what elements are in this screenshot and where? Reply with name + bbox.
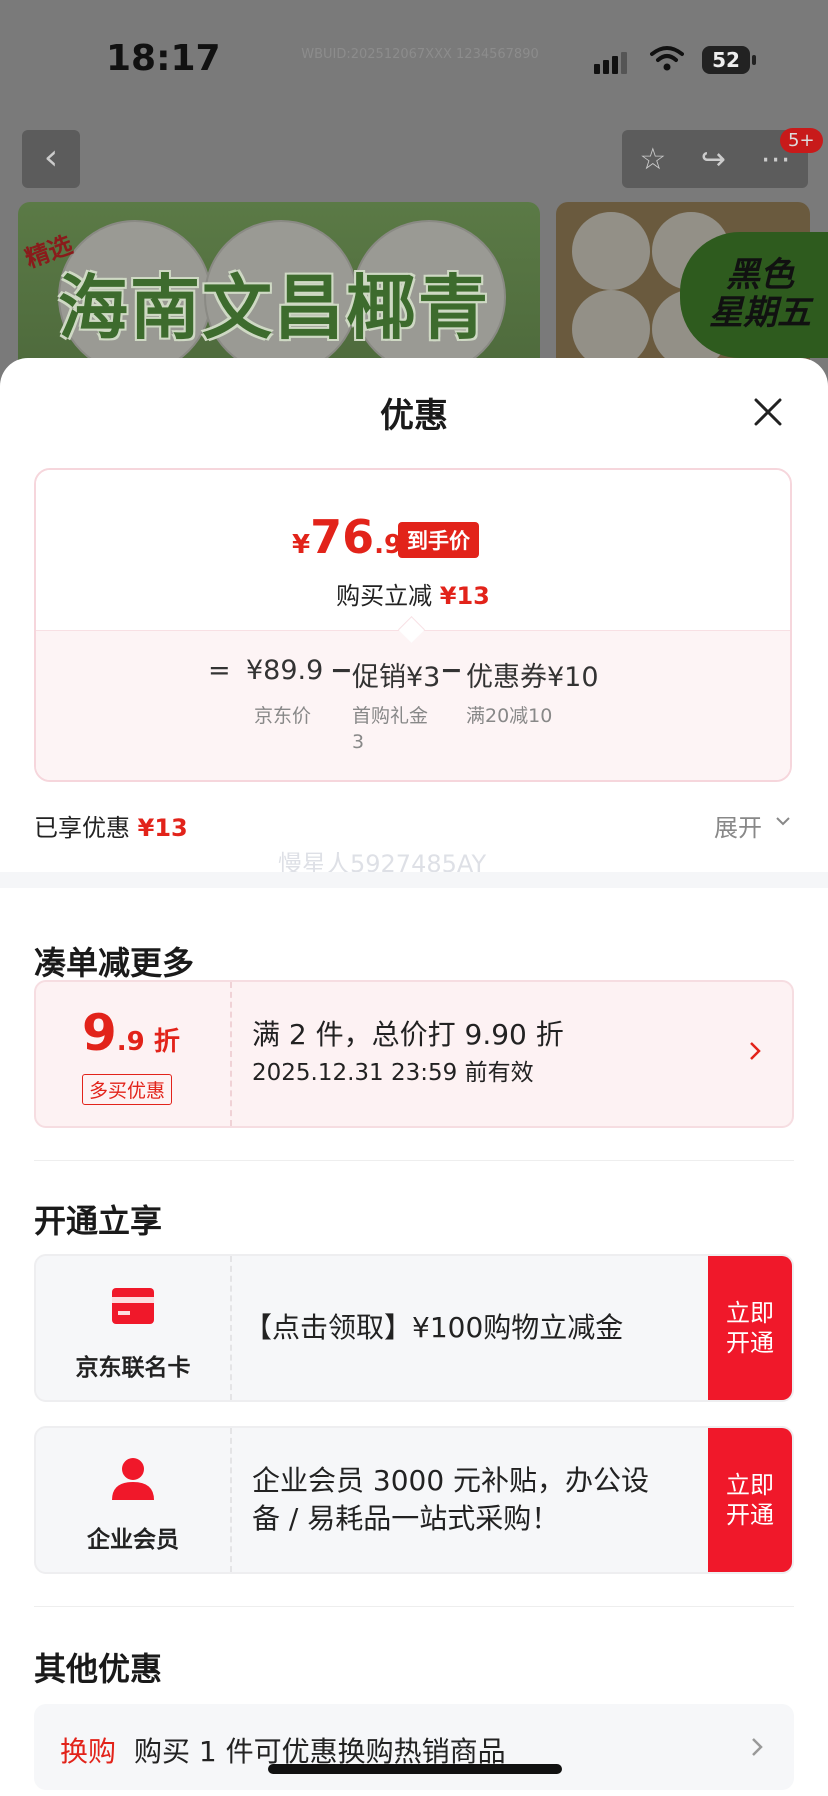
- chevron-right-icon[interactable]: [748, 1040, 762, 1062]
- enterprise-desc-line2: 备 / 易耗品一站式采购！: [252, 1502, 560, 1535]
- jd-cobrand-card-offer[interactable]: 京东联名卡 【点击领取】¥100购物立减金 立即 开通: [34, 1254, 794, 1402]
- discount-small: .9 折: [116, 1027, 180, 1057]
- bundle-discount-card[interactable]: 9.9 折 多买优惠 满 2 件，总价打 9.90 折 2025.12.31 2…: [34, 980, 794, 1128]
- promo-label-line2: 3: [352, 731, 365, 753]
- jd-price-label: 京东价: [254, 705, 312, 727]
- trade-in-offer-row[interactable]: 换购 购买 1 件可优惠换购热销商品: [34, 1704, 794, 1790]
- share-icon[interactable]: ↪: [701, 142, 726, 177]
- price-integer: 76: [310, 510, 375, 564]
- enjoyed-label: 已享优惠: [34, 814, 130, 842]
- expand-button[interactable]: 展开: [714, 808, 762, 843]
- banner-title: 海南文昌椰青: [58, 267, 490, 349]
- instant-reduction: 购买立减 ¥13: [36, 576, 790, 611]
- bundle-section-title: 凑单减更多: [34, 944, 195, 982]
- black-friday-badge: 黑色 星期五: [680, 232, 828, 358]
- back-button[interactable]: ‹: [22, 130, 80, 188]
- battery-icon: 52: [702, 46, 756, 74]
- enterprise-offer-desc: 企业会员 3000 元补贴，办公设 备 / 易耗品一站式采购！: [252, 1428, 649, 1572]
- promo-amount: 促销¥3: [352, 662, 441, 693]
- enterprise-member-offer[interactable]: 企业会员 企业会员 3000 元补贴，办公设 备 / 易耗品一站式采购！ 立即开…: [34, 1426, 794, 1574]
- notification-badge: 5+: [780, 128, 823, 153]
- bundle-condition: 满 2 件，总价打 9.90 折: [252, 1018, 564, 1051]
- reduction-value: ¥13: [439, 582, 490, 610]
- reduction-label: 购买立减: [336, 582, 433, 610]
- promo-label: 首购礼金 3: [352, 703, 428, 755]
- discount-sheet: 优惠 ¥76.9 到手价 购买立减 ¥13 = ¥89.9 − 促销¥3 − 优…: [0, 358, 828, 1796]
- enjoyed-discount: 已享优惠 ¥13: [34, 808, 188, 843]
- multi-buy-tag: 多买优惠: [82, 1074, 173, 1105]
- section-divider: [0, 872, 828, 888]
- open-btn-line2: 开通: [726, 1501, 774, 1529]
- enjoyed-value: ¥13: [137, 814, 188, 842]
- price-breakdown-card: ¥76.9 到手价 购买立减 ¥13 = ¥89.9 − 促销¥3 − 优惠券¥…: [34, 468, 792, 782]
- open-btn-line1: 立即: [726, 1299, 774, 1327]
- jd-price: ¥89.9: [246, 655, 324, 686]
- bundle-description: 满 2 件，总价打 9.90 折 2025.12.31 23:59 前有效: [252, 982, 564, 1126]
- price-currency: ¥: [292, 530, 311, 560]
- card-offer-left: 京东联名卡: [36, 1256, 232, 1400]
- star-icon[interactable]: ☆: [639, 142, 666, 177]
- coupon-amount: 优惠券¥10: [466, 662, 599, 693]
- final-price-tag: 到手价: [398, 522, 479, 558]
- other-section-title: 其他优惠: [34, 1650, 163, 1688]
- minus-sign-2: −: [440, 655, 463, 686]
- badge-line-2: 星期五: [709, 293, 811, 333]
- price-summary: ¥76.9 到手价 购买立减 ¥13: [36, 470, 790, 630]
- discount-badge-area: 9.9 折 多买优惠: [36, 982, 232, 1126]
- minus-sign-1: −: [330, 655, 353, 686]
- thin-divider: [34, 1160, 794, 1161]
- status-time: 18:17: [106, 38, 221, 79]
- final-price: ¥76.9: [292, 510, 402, 564]
- credit-card-icon: [112, 1288, 154, 1324]
- bundle-expiry: 2025.12.31 23:59 前有效: [252, 1060, 534, 1086]
- enterprise-desc-line1: 企业会员 3000 元补贴，办公设: [252, 1464, 650, 1497]
- chevron-right-icon[interactable]: [750, 1736, 764, 1758]
- user-icon: [112, 1458, 154, 1500]
- thin-divider: [34, 1606, 794, 1607]
- signal-icon: [594, 52, 627, 74]
- open-btn-line2: 开通: [726, 1329, 774, 1357]
- discount-big: 9: [82, 1004, 117, 1062]
- chevron-down-icon[interactable]: [776, 814, 790, 828]
- product-banner-main[interactable]: 精选 海南文昌椰青: [18, 202, 540, 372]
- status-id-text: WBUID:202512067XXX 1234567890: [301, 47, 539, 62]
- enterprise-offer-left: 企业会员: [36, 1428, 232, 1572]
- open-btn-line1: 立即: [726, 1471, 774, 1499]
- open-section-title: 开通立享: [34, 1202, 163, 1240]
- wifi-icon: [650, 46, 684, 71]
- trade-in-tag: 换购: [60, 1735, 117, 1768]
- open-cobrand-card-button[interactable]: 立即 开通: [708, 1256, 792, 1400]
- close-icon[interactable]: [752, 396, 784, 428]
- product-page-background: 18:17 WBUID:202512067XXX 1234567890 52 ‹…: [0, 0, 828, 400]
- promo-label-line1: 首购礼金: [352, 705, 429, 727]
- equals-sign: =: [208, 655, 231, 686]
- card-offer-label: 京东联名卡: [75, 1355, 191, 1381]
- discount-value: 9.9 折: [82, 1004, 180, 1062]
- badge-line-1: 黑色: [726, 255, 794, 295]
- sheet-title: 优惠: [380, 396, 448, 436]
- price-formula: = ¥89.9 − 促销¥3 − 优惠券¥10 京东价 首购礼金 3 满20减1…: [36, 630, 790, 780]
- card-offer-desc: 【点击领取】¥100购物立减金: [244, 1311, 624, 1344]
- open-enterprise-button[interactable]: 立即 开通: [708, 1428, 792, 1572]
- enterprise-offer-label: 企业会员: [87, 1527, 179, 1553]
- home-indicator: [268, 1764, 562, 1774]
- coupon-label: 满20减10: [466, 705, 553, 727]
